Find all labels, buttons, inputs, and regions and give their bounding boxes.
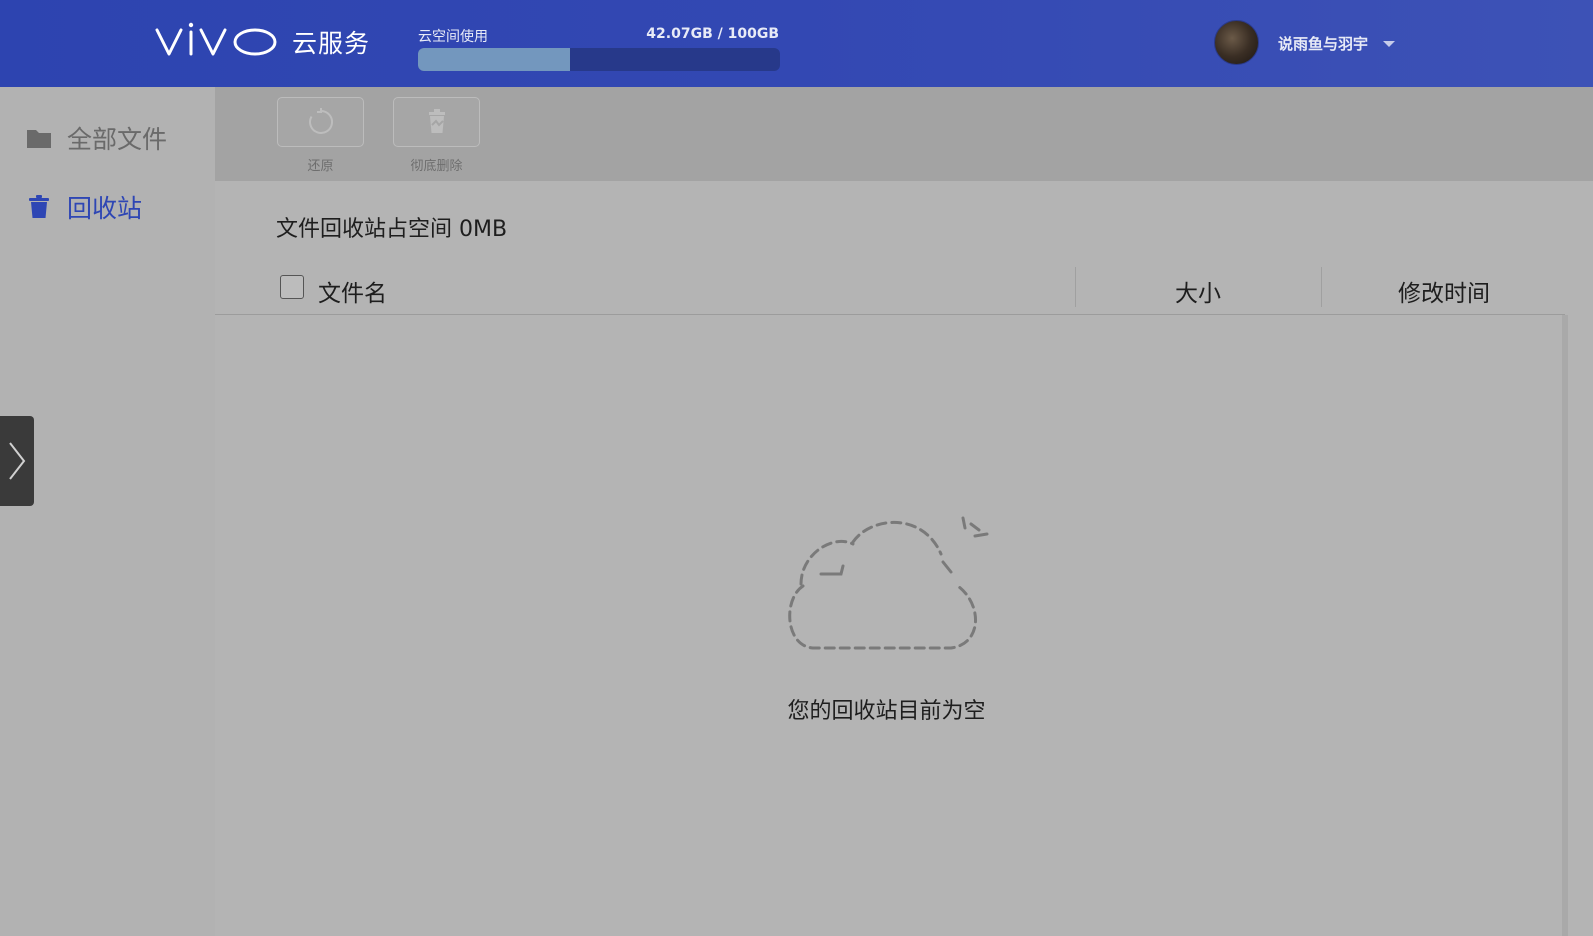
chevron-down-icon[interactable] [1383, 41, 1395, 47]
restore-button[interactable] [277, 97, 364, 147]
sidebar-item-recycle-bin[interactable]: 回收站 [0, 177, 215, 237]
app-header: 云服务 云空间使用 42.07GB / 100GB 说雨鱼与羽宇 [0, 0, 1593, 87]
scrollbar[interactable] [1562, 315, 1568, 936]
column-header-name[interactable]: 文件名 [318, 274, 387, 308]
toolbar: 还原 彻底删除 [215, 87, 1593, 181]
sidebar-toggle-button[interactable] [0, 416, 34, 506]
storage-value: 42.07GB / 100GB [646, 26, 779, 42]
select-all-checkbox[interactable] [280, 275, 304, 299]
empty-message: 您的回收站目前为空 [787, 699, 986, 724]
trash-icon [29, 195, 49, 218]
storage-progress-fill [418, 48, 571, 71]
sidebar-item-label: 回收站 [67, 194, 143, 223]
main-content: 文件回收站占空间 0MB 文件名 大小 修改时间 您的回收站目前为空 [215, 181, 1593, 936]
delete-permanently-button[interactable] [393, 97, 480, 147]
sidebar-item-label: 全部文件 [67, 125, 168, 154]
username[interactable]: 说雨鱼与羽宇 [1278, 33, 1368, 54]
storage-progress-bar [418, 48, 780, 71]
service-name: 云服务 [292, 29, 371, 58]
restore-icon [308, 108, 333, 134]
restore-label: 还原 [307, 159, 334, 174]
avatar[interactable] [1214, 20, 1259, 65]
delete-icon [428, 109, 445, 133]
vivo-logo[interactable] [155, 20, 279, 60]
empty-cloud-icon [788, 516, 989, 650]
storage-label: 云空间使用 [418, 29, 488, 45]
sidebar: 全部文件 回收站 [0, 87, 215, 936]
column-header-size[interactable]: 大小 [1075, 274, 1321, 308]
chevron-right-icon [9, 442, 26, 480]
table-header: 文件名 大小 修改时间 [215, 264, 1565, 315]
vivo-logo-icon [155, 22, 277, 56]
recycle-bin-usage: 文件回收站占空间 0MB [276, 217, 508, 242]
folder-icon [27, 130, 51, 148]
sidebar-item-all-files[interactable]: 全部文件 [0, 108, 215, 168]
column-header-modified[interactable]: 修改时间 [1321, 274, 1567, 308]
delete-permanently-label: 彻底删除 [410, 159, 463, 174]
